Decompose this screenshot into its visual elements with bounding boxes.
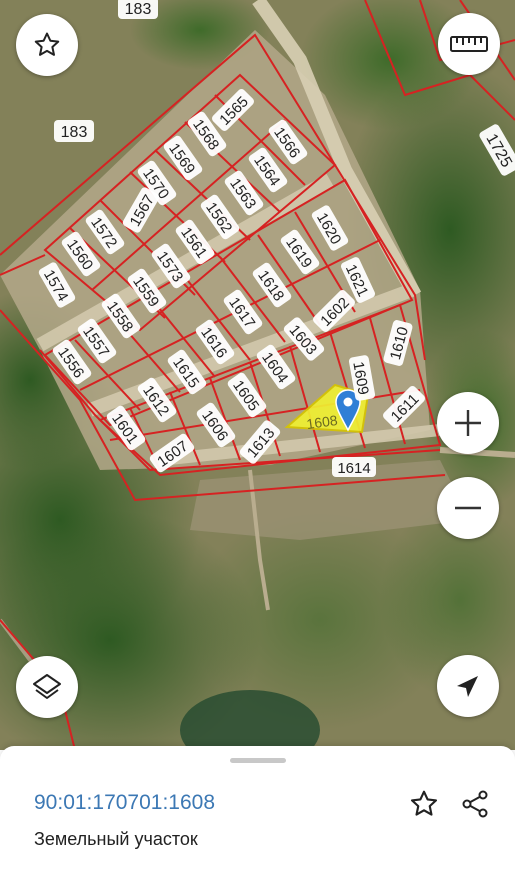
share-button[interactable] [457,786,493,822]
sheet-favorite-button[interactable] [406,786,442,822]
navigation-arrow-icon [457,676,478,697]
map-view[interactable]: 1565 1566 1564 1568 1569 1570 1567 1563 1562 1572… [0,0,515,750]
ruler-icon [450,36,488,52]
svg-text:183: 183 [125,1,152,18]
parcel-label[interactable]: 183 [54,120,94,142]
plot-label[interactable]: 1614 [332,457,376,477]
plot-type-label: Земельный участок [34,829,198,849]
layers-button[interactable] [16,656,78,718]
svg-text:183: 183 [61,124,88,141]
plus-icon [455,410,481,436]
sheet-drag-handle[interactable] [230,758,286,763]
star-outline-icon [410,790,438,816]
minus-icon [455,506,481,510]
zoom-in-button[interactable] [437,392,499,454]
favorite-button[interactable] [16,14,78,76]
cadastral-number[interactable]: 90:01:170701:1608 [34,791,215,815]
svg-text:1614: 1614 [337,460,370,477]
my-location-button[interactable] [437,655,499,717]
layers-icon [33,674,61,699]
zoom-out-button[interactable] [437,477,499,539]
star-outline-icon [34,32,60,56]
plot-info-sheet[interactable]: 90:01:170701:1608 Земельный участок [0,746,515,878]
parcel-label[interactable]: 183 [118,0,158,19]
share-icon [462,790,488,818]
ruler-button[interactable] [438,13,500,75]
